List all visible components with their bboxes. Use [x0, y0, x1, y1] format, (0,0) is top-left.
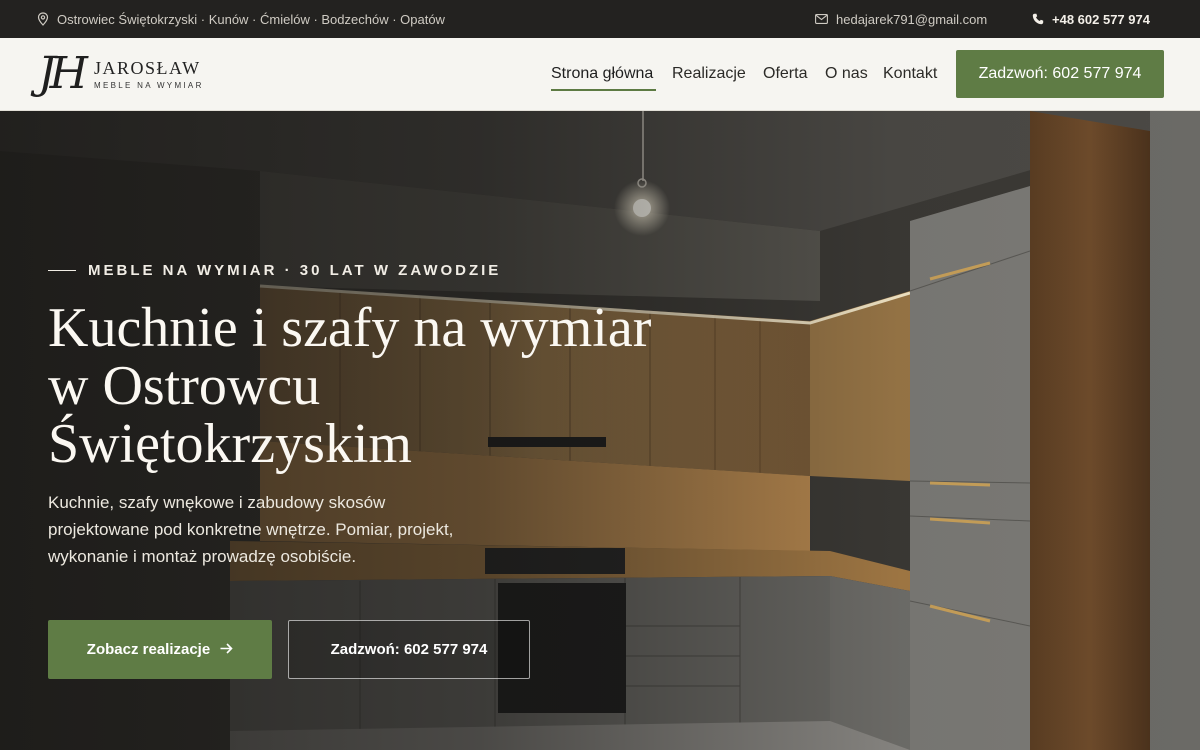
phone-icon — [1032, 13, 1044, 25]
nav-item-realizacje[interactable]: Realizacje — [672, 65, 746, 83]
email-text: hedajarek791@gmail.com — [836, 11, 988, 27]
hero-call-button[interactable]: Zadzwoń: 602 577 974 — [288, 620, 530, 679]
hero-title-line-3: Świętokrzyskim — [48, 413, 412, 475]
logo-tagline: MEBLE NA WYMIAR — [94, 81, 204, 90]
eyebrow-line — [48, 270, 76, 271]
map-pin-icon — [37, 12, 49, 26]
nav-item-home[interactable]: Strona główna — [551, 65, 653, 83]
hero-title: Kuchnie i szafy na wymiar w Ostrowcu Świ… — [48, 299, 728, 473]
logo[interactable]: JH JAROSŁAW MEBLE NA WYMIAR — [38, 46, 204, 102]
hero-section: MEBLE NA WYMIAR · 30 LAT W ZAWODZIE Kuch… — [0, 111, 1200, 750]
top-info-bar: Ostrowiec Świętokrzyski · Kunów · Ćmieló… — [0, 0, 1200, 38]
service-area: Ostrowiec Świętokrzyski · Kunów · Ćmieló… — [37, 0, 445, 38]
phone-text: +48 602 577 974 — [1052, 11, 1150, 27]
arrow-right-icon — [220, 641, 233, 658]
hero-lead: Kuchnie, szafy wnękowe i zabudowy skosów… — [48, 493, 454, 566]
phone-link[interactable]: +48 602 577 974 — [1032, 0, 1150, 38]
see-projects-button[interactable]: Zobacz realizacje — [48, 620, 272, 679]
logo-name: JAROSŁAW — [94, 58, 201, 78]
nav-item-kontakt[interactable]: Kontakt — [883, 65, 937, 83]
site-header: JH JAROSŁAW MEBLE NA WYMIAR Strona główn… — [0, 38, 1200, 111]
logo-text: JAROSŁAW MEBLE NA WYMIAR — [94, 58, 204, 90]
mail-icon — [815, 14, 828, 24]
hero-eyebrow: MEBLE NA WYMIAR · 30 LAT W ZAWODZIE — [48, 262, 501, 279]
email-link[interactable]: hedajarek791@gmail.com — [815, 0, 987, 38]
service-area-text: Ostrowiec Świętokrzyski · Kunów · Ćmieló… — [57, 11, 445, 27]
hero-eyebrow-text: MEBLE NA WYMIAR · 30 LAT W ZAWODZIE — [88, 262, 502, 279]
hero-title-line-1: Kuchnie i szafy na wymiar — [48, 297, 652, 359]
call-button[interactable]: Zadzwoń: 602 577 974 — [956, 50, 1164, 98]
nav-active-indicator — [551, 89, 656, 91]
nav-item-o-nas[interactable]: O nas — [825, 65, 868, 83]
hero-title-line-2: w Ostrowcu — [48, 355, 321, 417]
nav-item-oferta[interactable]: Oferta — [763, 65, 807, 83]
see-projects-label: Zobacz realizacje — [86, 641, 211, 658]
logo-monogram: JH — [38, 48, 88, 99]
